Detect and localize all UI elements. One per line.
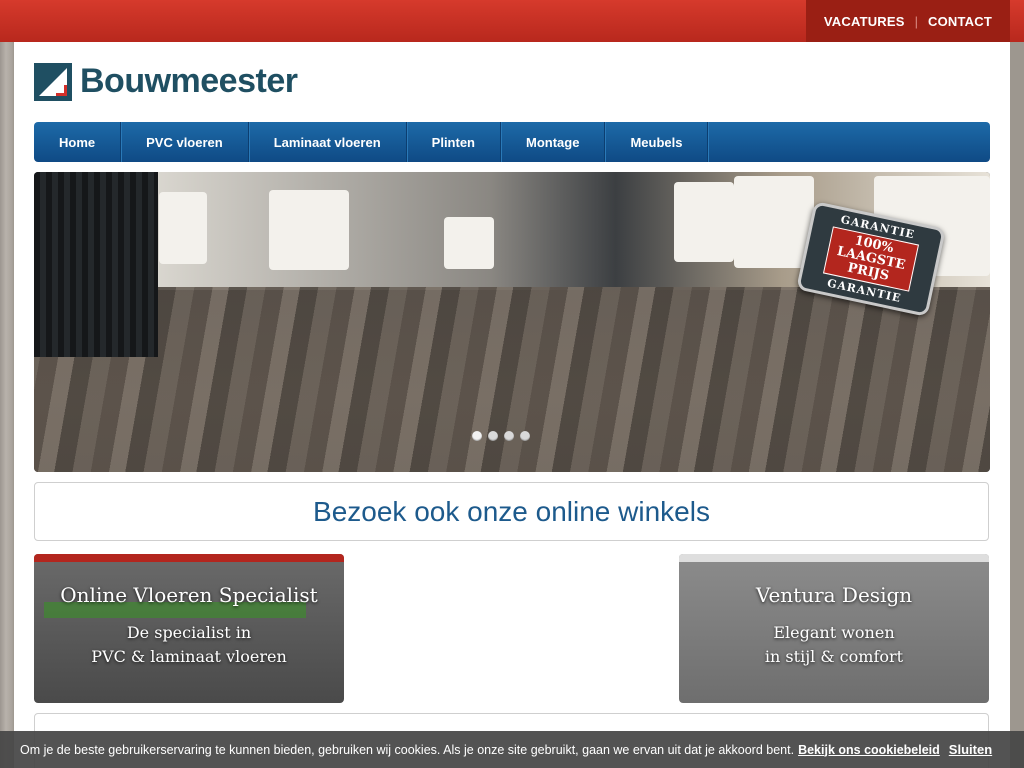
nav-item-plinten[interactable]: Plinten	[407, 122, 501, 162]
cookie-policy-link[interactable]: Bekijk ons cookiebeleid	[798, 743, 940, 757]
shop-card-ventura-design[interactable]: Ventura Design Elegant wonen in stijl & …	[679, 554, 989, 703]
logo-text: Bouwmeester	[80, 62, 298, 100]
nav-item-meubels[interactable]: Meubels	[605, 122, 709, 162]
chair-image	[734, 176, 814, 268]
nav-item-montage[interactable]: Montage	[501, 122, 606, 162]
vacatures-link[interactable]: VACATURES	[824, 14, 905, 29]
shop-card-online-vloeren-specialist[interactable]: Online Vloeren Specialist De specialist …	[34, 554, 344, 703]
chair-image	[159, 192, 207, 264]
shop-card-subtitle: De specialist in PVC & laminaat vloeren	[91, 621, 287, 669]
slider-dots	[472, 431, 530, 441]
contact-link[interactable]: CONTACT	[928, 14, 992, 29]
site-logo[interactable]: Bouwmeester	[34, 62, 298, 101]
hero-slider[interactable]: GARANTIE 100% LAAGSTE PRIJS GARANTIE	[34, 172, 990, 472]
slider-dot-2[interactable]	[488, 431, 498, 441]
main-nav: Home PVC vloeren Laminaat vloeren Plinte…	[34, 122, 990, 162]
cookie-close-button[interactable]: Sluiten	[949, 742, 992, 757]
shop-card-line-1: Elegant wonen	[773, 623, 895, 642]
nav-item-home[interactable]: Home	[34, 122, 122, 162]
chair-image	[269, 190, 349, 270]
shop-card-title: Online Vloeren Specialist	[60, 583, 318, 607]
cookie-bar: Om je de beste gebruikerservaring te kun…	[0, 731, 1024, 768]
chair-image	[444, 217, 494, 269]
bouwmeester-logo-icon	[34, 62, 72, 101]
top-nav: VACATURES | CONTACT	[805, 0, 1010, 42]
shop-card-line-1: De specialist in	[126, 623, 252, 642]
banner-title: Bezoek ook onze online winkels	[313, 495, 710, 527]
shop-card-title: Ventura Design	[755, 583, 913, 607]
slider-dot-3[interactable]	[504, 431, 514, 441]
shop-card-line-2: in stijl & comfort	[764, 647, 904, 666]
slider-dot-4[interactable]	[520, 431, 530, 441]
nav-item-laminaat-vloeren[interactable]: Laminaat vloeren	[249, 122, 407, 162]
chair-image	[674, 182, 734, 262]
shop-card-subtitle: Elegant wonen in stijl & comfort	[765, 621, 903, 669]
hero-curtain	[34, 172, 158, 357]
hero-floor-image	[34, 287, 990, 472]
slider-dot-1[interactable]	[472, 431, 482, 441]
online-shops-banner: Bezoek ook onze online winkels	[34, 482, 989, 541]
top-nav-separator: |	[914, 13, 919, 29]
shop-card-header-strip	[34, 554, 344, 562]
page-content: Bouwmeester Home PVC vloeren Laminaat vl…	[14, 42, 1010, 768]
cookie-message: Om je de beste gebruikerservaring te kun…	[20, 742, 795, 757]
shop-card-line-2: PVC & laminaat vloeren	[91, 647, 287, 666]
shop-card-header-strip	[679, 554, 989, 562]
nav-item-pvc-vloeren[interactable]: PVC vloeren	[121, 122, 249, 162]
